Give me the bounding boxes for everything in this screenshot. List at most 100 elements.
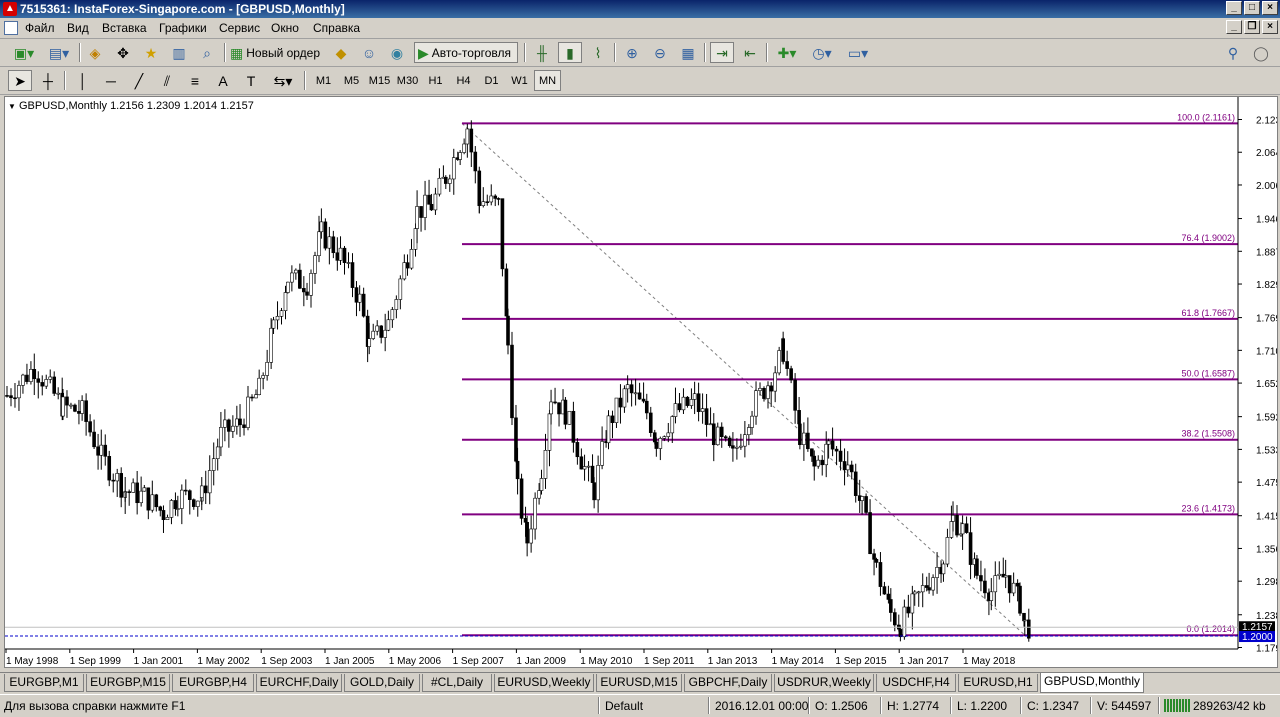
indicators-button[interactable]: ✚▾ <box>772 42 802 63</box>
chart-window[interactable]: 100.0 (2.1161) 76.4 (1.9002) 61.8 (1.7667)… <box>4 96 1278 668</box>
chart-tab[interactable]: EURGBP,M15 <box>86 674 170 692</box>
profiles-button[interactable]: ▤▾ <box>44 42 74 63</box>
zoom-out-button[interactable]: ⊖ <box>648 42 672 63</box>
chart-tab[interactable]: GBPUSD,Monthly <box>1040 673 1144 693</box>
text-tool[interactable]: A <box>212 70 234 91</box>
timeframe-h4[interactable]: H4 <box>450 70 477 91</box>
chart-tab[interactable]: EURUSD,M15 <box>596 674 682 692</box>
chart-tab[interactable]: GOLD,Daily <box>344 674 420 692</box>
signals-button[interactable]: ◉ <box>386 42 408 63</box>
candle <box>115 468 120 497</box>
market-watch-button[interactable]: ◈ <box>84 42 106 63</box>
collapse-icon[interactable]: ▼ <box>8 102 16 111</box>
maximize-button[interactable]: □ <box>1244 1 1260 15</box>
timeframe-m1[interactable]: M1 <box>310 70 337 91</box>
menu-charts[interactable]: Графики <box>159 21 207 35</box>
cursor-tool[interactable]: ➤ <box>8 70 32 91</box>
chart-tab[interactable]: #CL,Daily <box>422 674 492 692</box>
menu-view[interactable]: Вид <box>67 21 89 35</box>
candle-body <box>629 384 634 394</box>
candle <box>489 184 494 206</box>
vertical-line-tool[interactable]: │ <box>72 70 94 91</box>
document-icon[interactable] <box>4 21 18 35</box>
chart-tab[interactable]: USDCHF,H4 <box>876 674 956 692</box>
periods-button[interactable]: ◷▾ <box>806 42 838 63</box>
templates-button[interactable]: ▭▾ <box>842 42 874 63</box>
timeframe-h1[interactable]: H1 <box>422 70 449 91</box>
chart-tab[interactable]: EURUSD,Weekly <box>494 674 594 692</box>
fibonacci-tool[interactable]: ≡ <box>184 70 206 91</box>
text-label-tool[interactable]: T <box>240 70 262 91</box>
experts-button[interactable]: ☺ <box>358 42 380 63</box>
timeframe-w1[interactable]: W1 <box>506 70 533 91</box>
timeframe-m15[interactable]: M15 <box>366 70 393 91</box>
strategy-tester-button[interactable]: ⌕ <box>196 42 218 63</box>
mdi-restore-button[interactable]: ❐ <box>1244 20 1260 34</box>
candlestick-button[interactable]: ▮ <box>558 42 582 63</box>
candle-body <box>103 444 108 457</box>
candle-body <box>207 470 212 494</box>
chart-tab[interactable]: EURGBP,H4 <box>172 674 254 692</box>
tile-windows-button[interactable]: ▦ <box>676 42 700 63</box>
chart-tab[interactable]: USDRUR,Weekly <box>774 674 874 692</box>
arrows-tool[interactable]: ⇆▾ <box>268 70 298 91</box>
autoscroll-button[interactable]: ⇥ <box>710 42 734 63</box>
candle-body <box>323 221 328 249</box>
zoom-in-button[interactable]: ⊕ <box>620 42 644 63</box>
timeframe-m30[interactable]: M30 <box>394 70 421 91</box>
text-icon: A <box>218 72 228 89</box>
auto-trading-button[interactable]: ▶ Авто-торговля <box>414 42 518 63</box>
connection-icon[interactable] <box>1164 699 1190 712</box>
candle-body <box>906 606 911 614</box>
close-button[interactable]: × <box>1262 1 1278 15</box>
menu-window[interactable]: Окно <box>271 21 299 35</box>
timeframe-mn[interactable]: MN <box>534 70 561 91</box>
vertical-line-icon: │ <box>78 72 88 89</box>
chart-tab[interactable]: EURGBP,M1 <box>4 674 84 692</box>
minimize-button[interactable]: _ <box>1226 1 1242 15</box>
line-chart-button[interactable]: ⌇ <box>586 42 610 63</box>
price-chart[interactable]: 100.0 (2.1161) 76.4 (1.9002) 61.8 (1.7667)… <box>5 97 1277 667</box>
candle <box>496 197 501 206</box>
mdi-close-button[interactable]: × <box>1262 20 1278 34</box>
bar-chart-button[interactable]: ╫ <box>530 42 554 63</box>
menu-help[interactable]: Справка <box>313 21 360 35</box>
chart-tab[interactable]: EURUSD,H1 <box>958 674 1038 692</box>
timeframe-m5[interactable]: M5 <box>338 70 365 91</box>
chart-tab[interactable]: EURCHF,Daily <box>256 674 342 692</box>
chart-shift-button[interactable]: ⇤ <box>738 42 762 63</box>
candle <box>107 450 112 487</box>
search-button[interactable]: ⚲ <box>1222 42 1244 63</box>
new-chart-button[interactable]: ▣▾ <box>8 42 40 63</box>
menu-insert[interactable]: Вставка <box>102 21 147 35</box>
zoom-out-icon: ⊖ <box>654 44 666 61</box>
timeframe-d1[interactable]: D1 <box>478 70 505 91</box>
candle-body <box>485 201 490 203</box>
candle <box>629 379 634 407</box>
search-icon: ⚲ <box>1227 44 1239 61</box>
menu-file[interactable]: Файл <box>25 21 55 35</box>
candle <box>750 410 754 435</box>
candle <box>207 455 212 505</box>
trendline-tool[interactable]: ╱ <box>128 70 150 91</box>
app-icon[interactable]: ▲ <box>3 2 17 16</box>
crosshair-tool[interactable]: ┼ <box>36 70 60 91</box>
y-tick-label: 2.0645 <box>1256 148 1277 159</box>
candle <box>853 463 858 503</box>
candle-body <box>184 489 188 492</box>
metaeditor-button[interactable]: ◆ <box>330 42 352 63</box>
channel-tool[interactable]: ⫽ <box>156 70 178 91</box>
status-volume: V: 544597 <box>1097 699 1152 713</box>
horizontal-line-tool[interactable]: ─ <box>100 70 122 91</box>
candle <box>158 505 163 517</box>
terminal-button[interactable]: ▥ <box>168 42 190 63</box>
data-window-button[interactable]: ✥ <box>112 42 134 63</box>
new-order-button[interactable]: ▦ Новый ордер <box>230 42 326 63</box>
mdi-minimize-button[interactable]: _ <box>1226 20 1242 34</box>
candle <box>747 424 751 446</box>
chat-button[interactable]: ◯ <box>1250 42 1272 63</box>
navigator-button[interactable]: ★ <box>140 42 162 63</box>
candle <box>830 427 835 457</box>
menu-tools[interactable]: Сервис <box>219 21 260 35</box>
chart-tab[interactable]: GBPCHF,Daily <box>684 674 772 692</box>
